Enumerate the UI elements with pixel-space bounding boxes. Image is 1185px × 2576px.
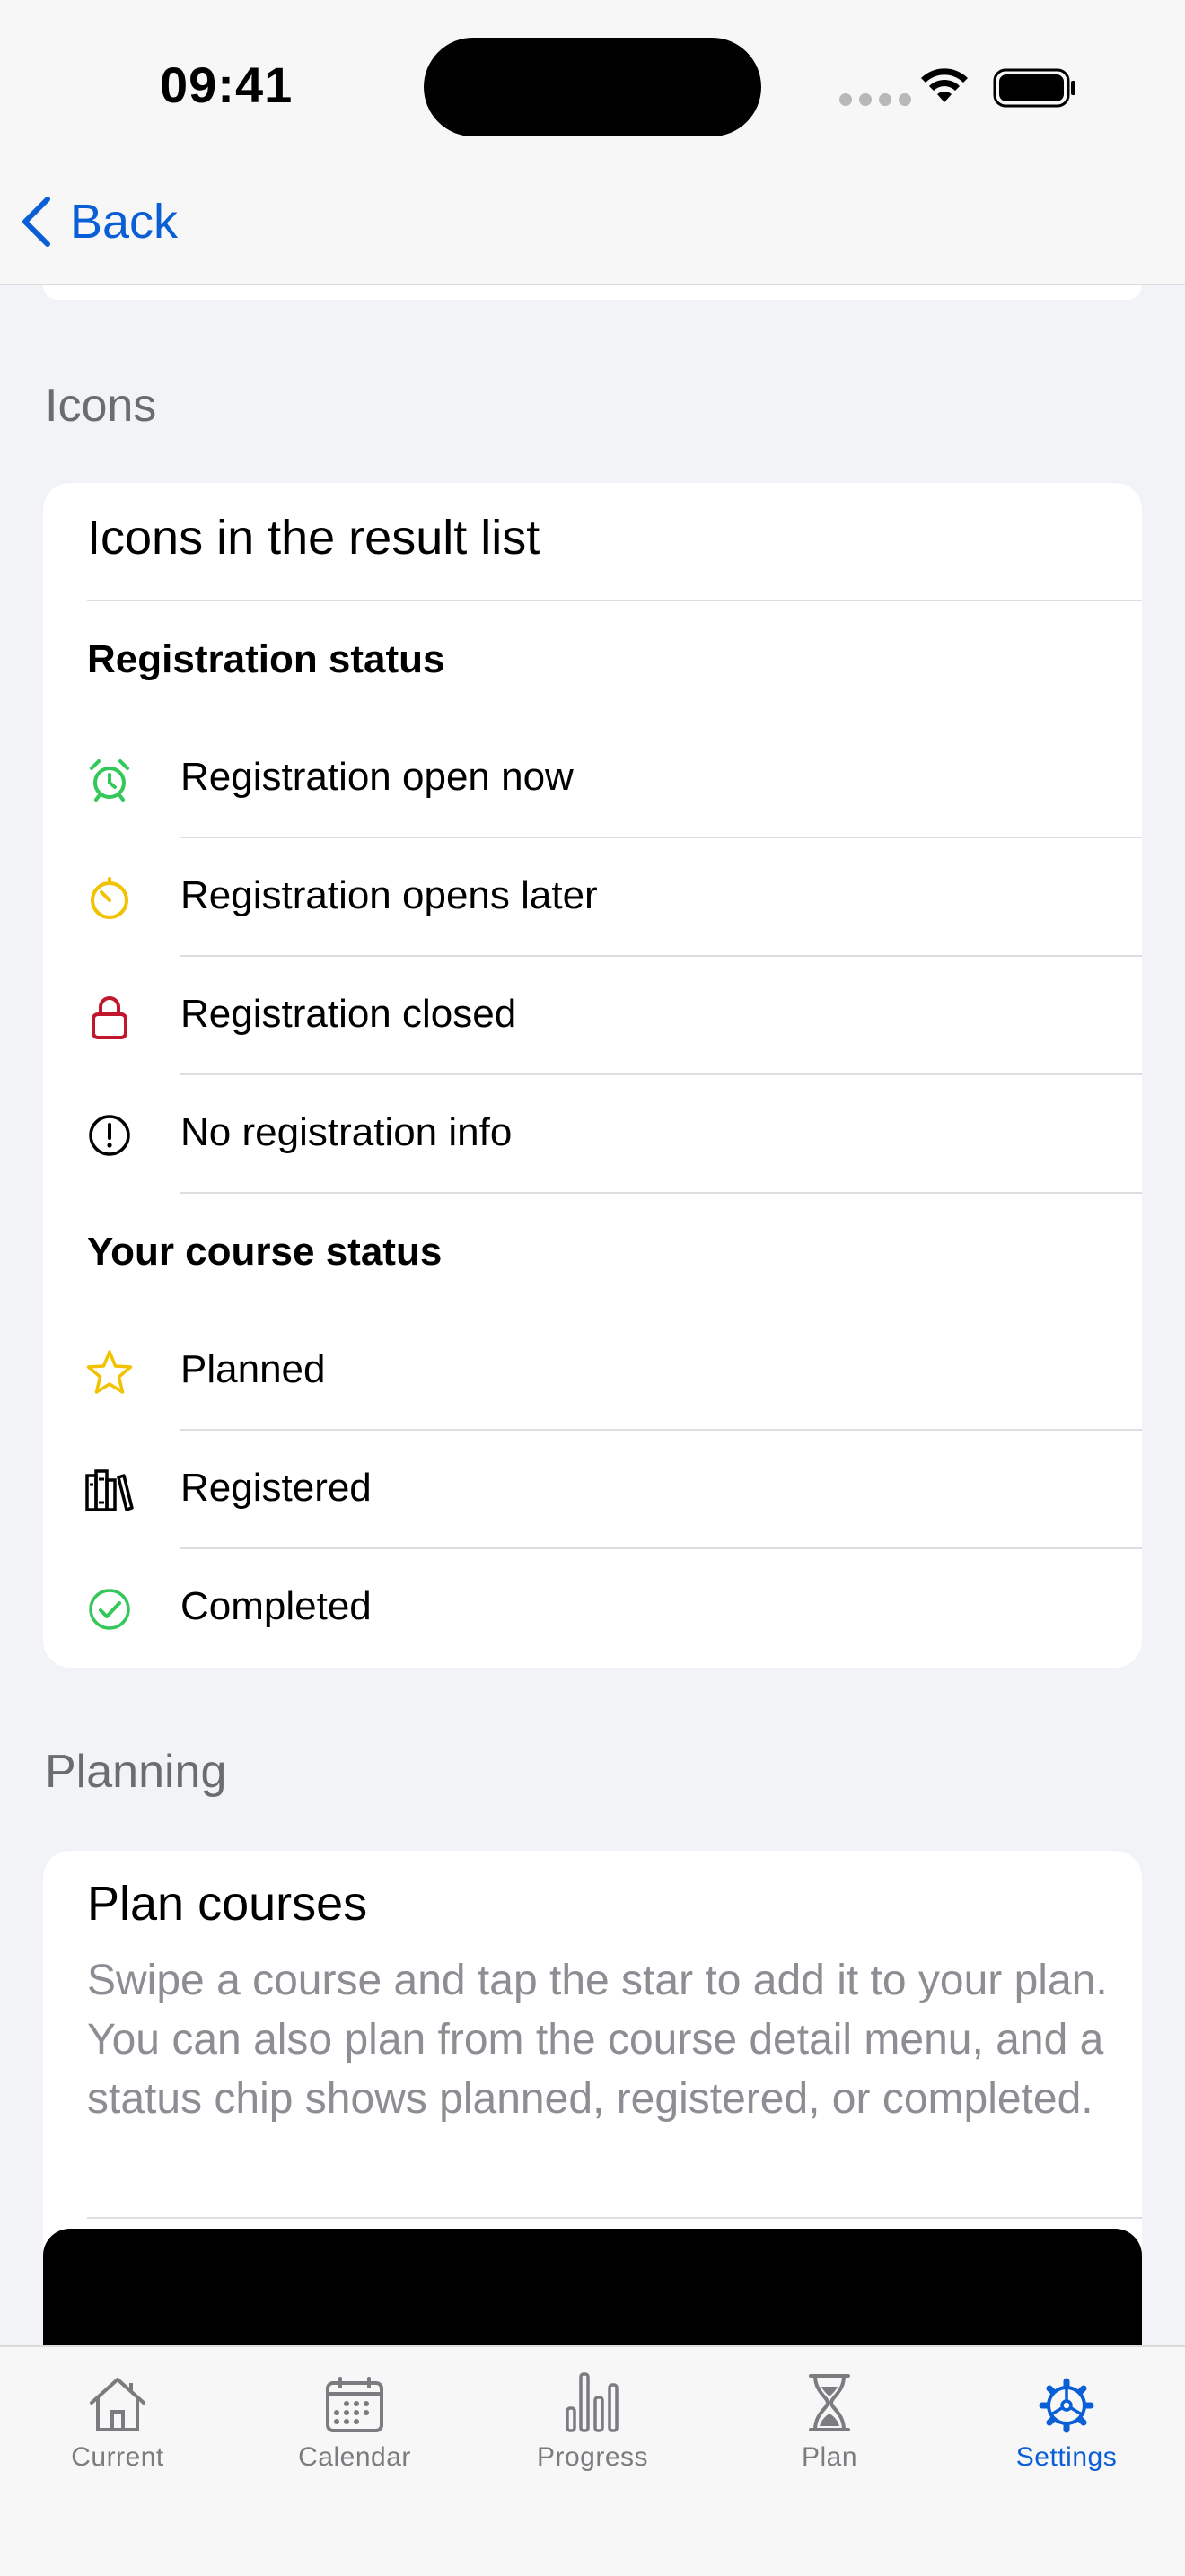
card-title: Icons in the result list [87,511,540,565]
checkmark-circle-icon [84,1584,135,1634]
tab-bar: Current Calendar Progress Plan Settings [0,2345,1185,2576]
cellular-signal-icon [839,93,911,106]
registration-item-label: Registration open now [180,755,574,799]
card-title: Plan courses [87,1877,368,1931]
hourglass-icon [722,2363,937,2433]
chevron-left-icon [22,197,50,247]
tab-settings[interactable]: Settings [959,2363,1174,2473]
tab-label: Plan [801,2442,858,2472]
timer-icon [84,873,135,924]
alarm-clock-icon [84,755,135,805]
house-icon [10,2363,225,2433]
divider [180,1547,1142,1549]
tab-progress[interactable]: Progress [485,2363,700,2473]
exclamation-circle-icon [84,1110,135,1161]
dynamic-island [424,38,761,136]
registration-status-heading: Registration status [87,637,445,681]
battery-icon [993,68,1075,108]
course-item-label: Registered [180,1466,372,1510]
tab-label: Calendar [298,2442,411,2472]
back-button[interactable]: Back [20,194,178,250]
tab-plan[interactable]: Plan [722,2363,937,2473]
gear-icon [959,2363,1174,2433]
divider [87,2217,1142,2219]
section-title-icons: Icons [45,380,157,432]
divider [180,955,1142,957]
navigation-bar: Back [0,171,1185,285]
status-time: 09:41 [160,57,294,113]
divider [180,1073,1142,1075]
registration-item-label: Registration closed [180,992,517,1036]
books-icon [84,1466,135,1516]
section-title-planning: Planning [45,1746,227,1798]
wifi-icon [921,68,968,102]
course-item-label: Planned [180,1347,326,1391]
star-icon [84,1347,135,1398]
tab-current[interactable]: Current [10,2363,225,2473]
tab-calendar[interactable]: Calendar [247,2363,462,2473]
registration-item-label: No registration info [180,1110,513,1154]
divider [180,837,1142,838]
registration-item-label: Registration opens later [180,873,598,917]
course-status-heading: Your course status [87,1230,443,1274]
divider [87,600,1142,601]
lock-icon [84,992,135,1042]
divider [180,1192,1142,1194]
course-item-label: Completed [180,1584,372,1628]
tab-label: Current [71,2442,164,2472]
tab-label: Progress [536,2442,649,2472]
previous-card-edge [43,285,1142,300]
back-label: Back [70,195,179,249]
plan-description: Swipe a course and tap the star to add i… [87,1957,1108,2123]
bar-chart-icon [485,2363,700,2433]
tab-label: Settings [1015,2442,1118,2472]
icons-card: Icons in the result list Registration st… [43,483,1142,1668]
divider [180,1429,1142,1431]
calendar-icon [247,2363,462,2433]
status-bar: 09:41 [0,0,1185,171]
